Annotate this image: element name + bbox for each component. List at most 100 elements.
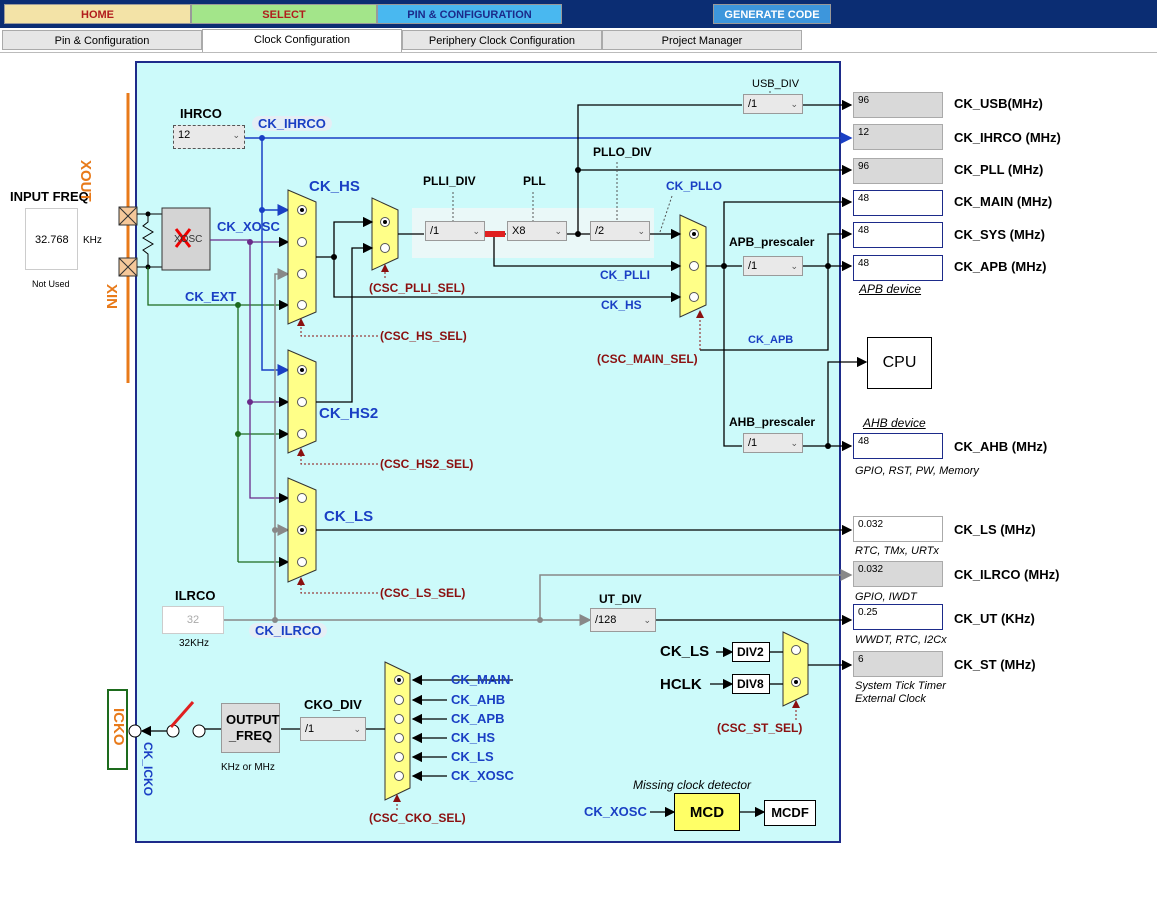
- ls-mux-input-ext[interactable]: [297, 557, 307, 567]
- st-mux-input-div2[interactable]: [791, 645, 801, 655]
- chevron-down-icon: ⌄: [790, 261, 798, 271]
- apb-prescaler-select[interactable]: /1 ⌄: [743, 256, 803, 276]
- hs-mux-input-ilrco[interactable]: [297, 269, 307, 279]
- ck-ihrco-value: 12: [853, 124, 943, 150]
- xosc-box-label: XOSC: [174, 234, 203, 245]
- cko-mux-input-main[interactable]: [394, 675, 404, 685]
- output-freq-line2: _FREQ: [228, 728, 273, 743]
- ck-ext-label: CK_EXT: [185, 289, 237, 304]
- cko-mux-input-hs[interactable]: [394, 733, 404, 743]
- ck-ahb-value: 48: [853, 433, 943, 459]
- ck-ilrco-value: 0.032: [853, 561, 943, 587]
- csc-hs-sel-label[interactable]: (CSC_HS_SEL): [380, 329, 467, 343]
- output-freq-line1: OUTPUT: [226, 712, 280, 727]
- cko-mux-input-apb[interactable]: [394, 714, 404, 724]
- csc-st-sel-label[interactable]: (CSC_ST_SEL): [717, 721, 802, 735]
- ahb-prescaler-select[interactable]: /1 ⌄: [743, 433, 803, 453]
- ck-ls-label: CK_LS: [324, 508, 374, 525]
- ck-apb-value: 48: [853, 255, 943, 281]
- ck-st-value: 6: [853, 651, 943, 677]
- ilrco-freq: 32KHz: [179, 638, 210, 649]
- cko-mux-input-xosc[interactable]: [394, 771, 404, 781]
- hs-mux-input-ext[interactable]: [297, 300, 307, 310]
- ck-plli-label: CK_PLLI: [600, 268, 651, 282]
- chevron-down-icon: ⌄: [472, 226, 480, 236]
- ck-sys-value: 48: [853, 222, 943, 248]
- ck-usb-label: CK_USB(MHz): [954, 96, 1043, 111]
- plli-mux-input-hs[interactable]: [380, 217, 390, 227]
- input-freq-note: Not Used: [32, 279, 70, 289]
- chevron-down-icon: ⌄: [554, 226, 562, 236]
- csc-plli-sel-label[interactable]: (CSC_PLLI_SEL): [369, 281, 465, 295]
- ihrco-title: IHRCO: [180, 106, 222, 121]
- cko-input-ck-main: CK_MAIN: [451, 672, 511, 687]
- ck-ilrco-note: GPIO, IWDT: [855, 591, 917, 603]
- cko-input-ck-ls: CK_LS: [451, 749, 494, 764]
- cko-input-ck-xosc: CK_XOSC: [451, 768, 514, 783]
- cko-mux-input-ahb[interactable]: [394, 695, 404, 705]
- csc-main-sel-label[interactable]: (CSC_MAIN_SEL): [597, 352, 698, 366]
- chevron-down-icon: ⌄: [790, 438, 798, 448]
- ihrco-select[interactable]: 12 ⌄: [173, 125, 245, 149]
- ck-ahb-label: CK_AHB (MHz): [954, 439, 1048, 454]
- ilrco-title: ILRCO: [175, 588, 216, 603]
- xout-label: XOUT: [77, 160, 94, 202]
- main-mux-input-plli[interactable]: [689, 261, 699, 271]
- ck-pll-label: CK_PLL (MHz): [954, 162, 1044, 177]
- ck-ahb-note: GPIO, RST, PW, Memory: [855, 465, 979, 477]
- apb-device-label: APB device: [859, 282, 922, 296]
- chevron-down-icon: ⌄: [790, 99, 798, 109]
- cko-input-ck-apb: CK_APB: [451, 711, 505, 726]
- ck-hs-label: CK_HS: [309, 178, 360, 195]
- ut-div-select[interactable]: /128 ⌄: [590, 608, 656, 632]
- st-mux-input-div8[interactable]: [791, 677, 801, 687]
- usb-div-select[interactable]: /1 ⌄: [743, 94, 803, 114]
- csc-cko-sel-label[interactable]: (CSC_CKO_SEL): [369, 811, 466, 825]
- plli-mux-input-hs2[interactable]: [380, 243, 390, 253]
- plli-div-title: PLLI_DIV: [423, 174, 476, 188]
- hs2-mux-input-xosc[interactable]: [297, 397, 307, 407]
- ahb-device-label: AHB device: [863, 416, 926, 430]
- input-freq-unit: KHz: [83, 235, 102, 246]
- main-mux-input-hs[interactable]: [689, 292, 699, 302]
- output-freq-box[interactable]: OUTPUT _FREQ: [221, 703, 280, 753]
- output-freq-unit: KHz or MHz: [221, 762, 275, 773]
- pll-title: PLL: [523, 174, 546, 188]
- ck-usb-value: 96: [853, 92, 943, 118]
- ck-ls-out-label: CK_LS (MHz): [954, 522, 1036, 537]
- hs-mux-input-xosc[interactable]: [297, 237, 307, 247]
- ihrco-select-value: 12: [178, 129, 191, 141]
- ls-mux-input-ilrco[interactable]: [297, 525, 307, 535]
- hs-mux-input-ihrco[interactable]: [297, 205, 307, 215]
- div8-box: DIV8: [732, 674, 770, 694]
- mcdf-box: MCDF: [764, 800, 816, 826]
- pll-multiplier-select[interactable]: X8 ⌄: [507, 221, 567, 241]
- pllo-div-title: PLLO_DIV: [593, 145, 652, 159]
- apb-prescaler-title: APB_prescaler: [729, 235, 815, 249]
- chevron-down-icon: ⌄: [637, 226, 645, 236]
- ck-ilrco-label: CK_ILRCO: [249, 623, 328, 638]
- mcd-title: Missing clock detector: [633, 778, 752, 792]
- chevron-down-icon: ⌄: [232, 130, 240, 140]
- ck-st-note: System Tick Timer: [855, 680, 946, 692]
- ls-mux-input-xosc[interactable]: [297, 493, 307, 503]
- input-freq-value[interactable]: 32.768: [35, 234, 69, 246]
- ilrco-value-box: 32: [162, 606, 224, 634]
- hs2-mux-input-ihrco[interactable]: [297, 365, 307, 375]
- xin-label: XIN: [103, 284, 120, 310]
- pllo-div-select[interactable]: /2 ⌄: [590, 221, 650, 241]
- cpu-box: CPU: [867, 337, 932, 389]
- ck-ut-note: WWDT, RTC, I2Cx: [855, 634, 947, 646]
- mcd-box: MCD: [674, 793, 740, 831]
- ck-apb-label: CK_APB: [748, 334, 794, 346]
- csc-ls-sel-label[interactable]: (CSC_LS_SEL): [380, 586, 465, 600]
- csc-hs2-sel-label[interactable]: (CSC_HS2_SEL): [380, 457, 473, 471]
- ck-sys-label: CK_SYS (MHz): [954, 227, 1046, 242]
- hs2-mux-input-ext[interactable]: [297, 429, 307, 439]
- cko-div-select[interactable]: /1 ⌄: [300, 717, 366, 741]
- main-mux-input-pllo[interactable]: [689, 229, 699, 239]
- ck-xosc-label: CK_XOSC: [217, 219, 280, 234]
- plli-div-select[interactable]: /1 ⌄: [425, 221, 485, 241]
- cko-mux-input-ls[interactable]: [394, 752, 404, 762]
- chevron-down-icon: ⌄: [643, 615, 651, 625]
